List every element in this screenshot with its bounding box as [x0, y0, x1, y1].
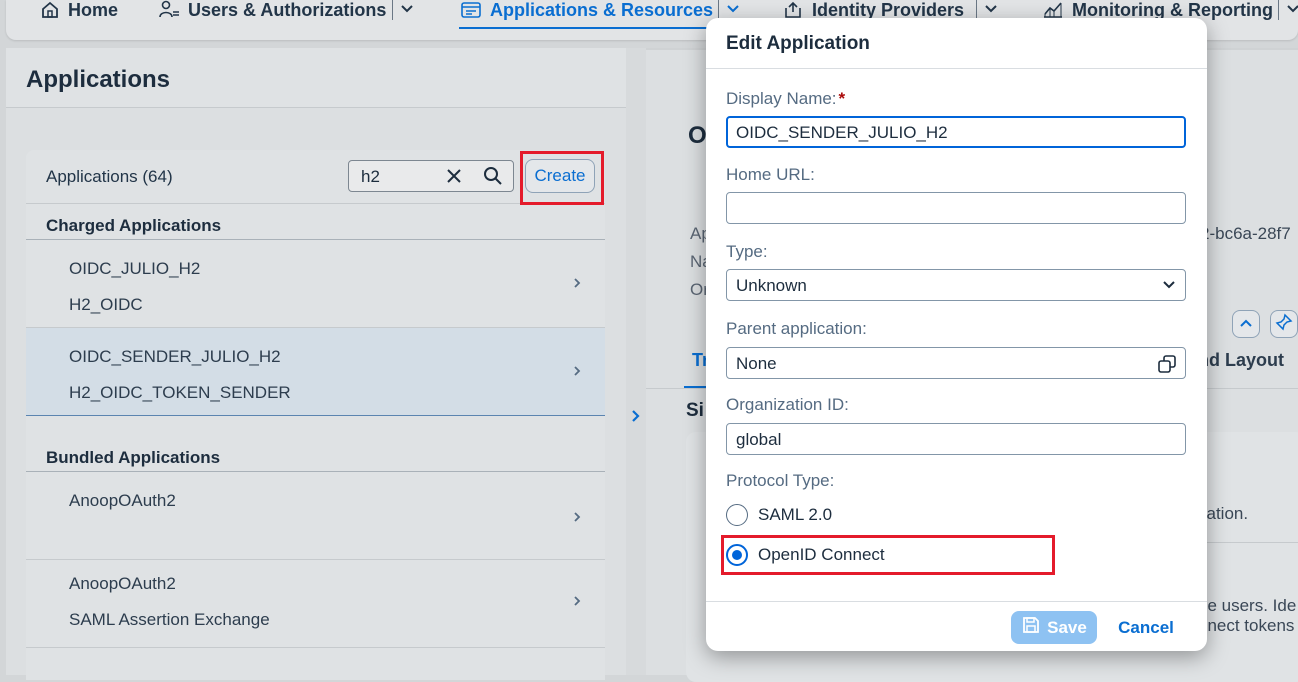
nav-home-label: Home — [68, 0, 118, 21]
type-value: Unknown — [736, 276, 807, 296]
chevron-right-icon — [572, 364, 582, 383]
group-charged-applications: Charged Applications — [26, 204, 605, 240]
list-item-subtitle: SAML Assertion Exchange — [69, 610, 270, 630]
save-icon — [1021, 615, 1041, 640]
nav-applications[interactable]: Applications & Resources — [460, 0, 713, 20]
create-button-highlight — [520, 151, 604, 205]
chevron-up-icon — [1239, 315, 1253, 333]
details-title: O — [688, 122, 707, 150]
radio-saml-label: SAML 2.0 — [758, 505, 832, 525]
nav-identity-providers-dropdown[interactable] — [976, 0, 1004, 20]
nav-monitoring[interactable]: Monitoring & Reporting — [1042, 0, 1273, 20]
dialog-header: Edit Application — [706, 18, 1207, 69]
openid-option-highlight — [721, 535, 1055, 575]
tab-branding-layout[interactable]: nd Layout — [1198, 350, 1284, 371]
list-item-name: AnoopOAuth2 — [69, 491, 176, 511]
home-icon — [40, 0, 60, 20]
list-item[interactable]: OIDC_JULIO_H2 H2_OIDC — [26, 240, 605, 328]
divider — [1198, 542, 1298, 543]
type-label: Type: — [726, 242, 768, 262]
protocol-type-label: Protocol Type: — [726, 471, 834, 491]
nav-monitoring-dropdown[interactable] — [1278, 0, 1298, 20]
section-title: Si — [686, 400, 704, 422]
list-toolbar: Applications (64) h2 Create — [26, 150, 605, 204]
list-item[interactable]: AnoopOAuth2 — [26, 472, 605, 560]
nav-identity-providers[interactable]: Identity Providers — [782, 0, 964, 20]
nav-users-dropdown[interactable] — [392, 0, 420, 20]
parent-application-value: None — [736, 354, 777, 374]
save-button[interactable]: Save — [1011, 611, 1097, 644]
chevron-right-icon — [572, 276, 582, 295]
applications-panel: Applications Applications (64) h2 Create… — [6, 48, 626, 675]
list-item-name: OIDC_SENDER_JULIO_H2 — [69, 347, 281, 367]
list-item[interactable]: AnoopOAuth2 SAML Assertion Exchange — [26, 560, 605, 648]
required-mark: * — [839, 89, 846, 108]
details-text: he users. Ide — [1198, 596, 1296, 616]
details-id-value: 2-bc6a-28f7 — [1200, 224, 1291, 244]
organization-id-label: Organization ID: — [726, 395, 849, 415]
clear-icon[interactable] — [445, 167, 463, 190]
chevron-down-icon — [400, 1, 414, 19]
panel-splitter[interactable] — [626, 48, 646, 675]
page-title: Applications — [26, 66, 170, 94]
monitoring-icon — [1042, 0, 1064, 20]
collapse-header-button[interactable] — [1232, 310, 1260, 338]
group-title: Charged Applications — [46, 216, 221, 236]
chevron-down-icon — [1286, 1, 1298, 19]
group-title: Bundled Applications — [46, 448, 220, 468]
applications-list: Applications (64) h2 Create Charged Appl… — [26, 150, 605, 680]
nav-applications-dropdown[interactable] — [718, 0, 746, 20]
dialog-title: Edit Application — [726, 33, 870, 55]
search-input[interactable]: h2 — [348, 160, 514, 192]
applications-panel-header: Applications — [6, 48, 626, 108]
chevron-down-icon — [726, 1, 740, 19]
nav-active-indicator — [459, 27, 745, 29]
type-select[interactable]: Unknown — [726, 269, 1186, 301]
search-icon[interactable] — [483, 166, 503, 191]
pin-header-button[interactable] — [1270, 310, 1298, 338]
applications-icon — [460, 0, 482, 20]
display-name-label-text: Display Name: — [726, 89, 837, 108]
list-item-selected[interactable]: OIDC_SENDER_JULIO_H2 H2_OIDC_TOKEN_SENDE… — [26, 328, 605, 416]
list-item-subtitle: H2_OIDC — [69, 295, 143, 315]
chevron-right-icon — [572, 594, 582, 613]
chevron-right-icon — [572, 510, 582, 529]
home-url-field[interactable] — [726, 192, 1186, 224]
display-name-label: Display Name:* — [726, 89, 845, 109]
parent-application-field[interactable]: None — [726, 347, 1186, 379]
list-item-name: OIDC_JULIO_H2 — [69, 259, 200, 279]
nav-home[interactable]: Home — [40, 0, 118, 20]
display-name-value: OIDC_SENDER_JULIO_H2 — [736, 123, 948, 143]
nav-users[interactable]: Users & Authorizations — [158, 0, 386, 20]
search-input-value: h2 — [361, 167, 380, 187]
dialog-footer: Save Cancel — [706, 601, 1207, 651]
chevron-down-icon — [1162, 278, 1176, 296]
display-name-field[interactable]: OIDC_SENDER_JULIO_H2 — [726, 116, 1186, 148]
nav-users-label: Users & Authorizations — [188, 0, 386, 21]
cancel-button[interactable]: Cancel — [1110, 611, 1182, 644]
identity-providers-icon — [782, 0, 804, 20]
list-count: Applications (64) — [46, 167, 173, 187]
nav-applications-label: Applications & Resources — [490, 0, 713, 21]
save-button-label: Save — [1047, 618, 1087, 638]
details-text: nnect tokens — [1198, 616, 1294, 636]
chevron-right-icon[interactable] — [630, 408, 642, 429]
list-item-subtitle: H2_OIDC_TOKEN_SENDER — [69, 383, 291, 403]
radio-button[interactable] — [726, 504, 748, 526]
chevron-down-icon — [984, 1, 998, 19]
organization-id-value: global — [736, 430, 781, 450]
list-item-name: AnoopOAuth2 — [69, 574, 176, 594]
radio-saml[interactable]: SAML 2.0 — [726, 503, 832, 527]
users-icon — [158, 0, 180, 20]
pin-icon — [1275, 313, 1293, 336]
parent-application-label: Parent application: — [726, 319, 867, 339]
home-url-label: Home URL: — [726, 165, 815, 185]
group-bundled-applications: Bundled Applications — [26, 436, 605, 472]
value-help-icon[interactable] — [1157, 354, 1177, 379]
organization-id-field[interactable]: global — [726, 423, 1186, 455]
